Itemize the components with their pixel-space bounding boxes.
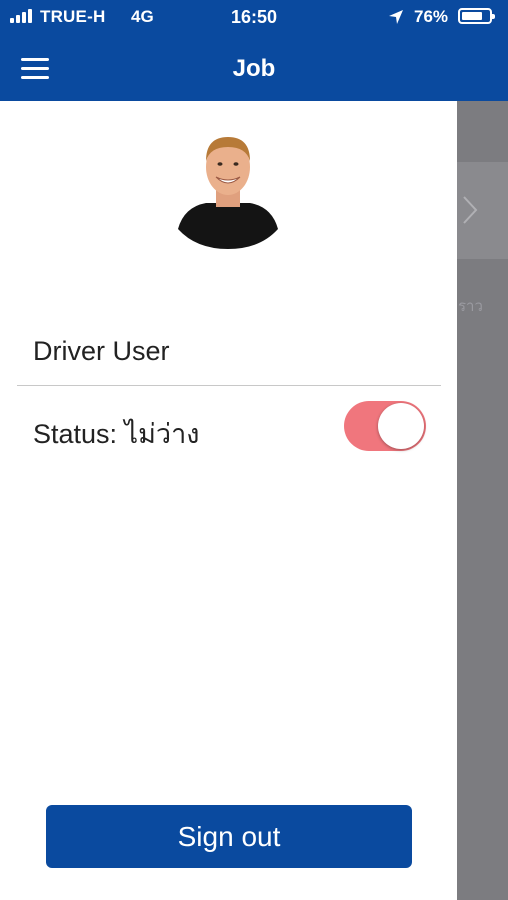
page-title: Job	[232, 55, 276, 82]
avatar	[178, 137, 278, 249]
status-label: Status: ไม่ว่าง	[33, 419, 200, 449]
divider	[17, 385, 441, 386]
location-arrow-icon	[389, 10, 403, 24]
battery-icon	[458, 8, 495, 24]
status-bar: TRUE-H 4G 16:50 76%	[0, 0, 508, 34]
battery-fill	[462, 12, 482, 20]
sign-out-button[interactable]: Sign out	[46, 805, 412, 868]
status-toggle[interactable]	[344, 401, 426, 451]
app-header: TRUE-H 4G 16:50 76% Job	[0, 0, 508, 101]
toggle-knob	[378, 403, 424, 449]
driver-name: Driver User	[33, 336, 170, 366]
background-text: ราว	[458, 298, 483, 315]
side-drawer: Driver User Status: ไม่ว่าง Sign out	[0, 101, 457, 900]
chevron-right-icon	[463, 196, 478, 224]
battery-percent: 76%	[414, 7, 449, 26]
